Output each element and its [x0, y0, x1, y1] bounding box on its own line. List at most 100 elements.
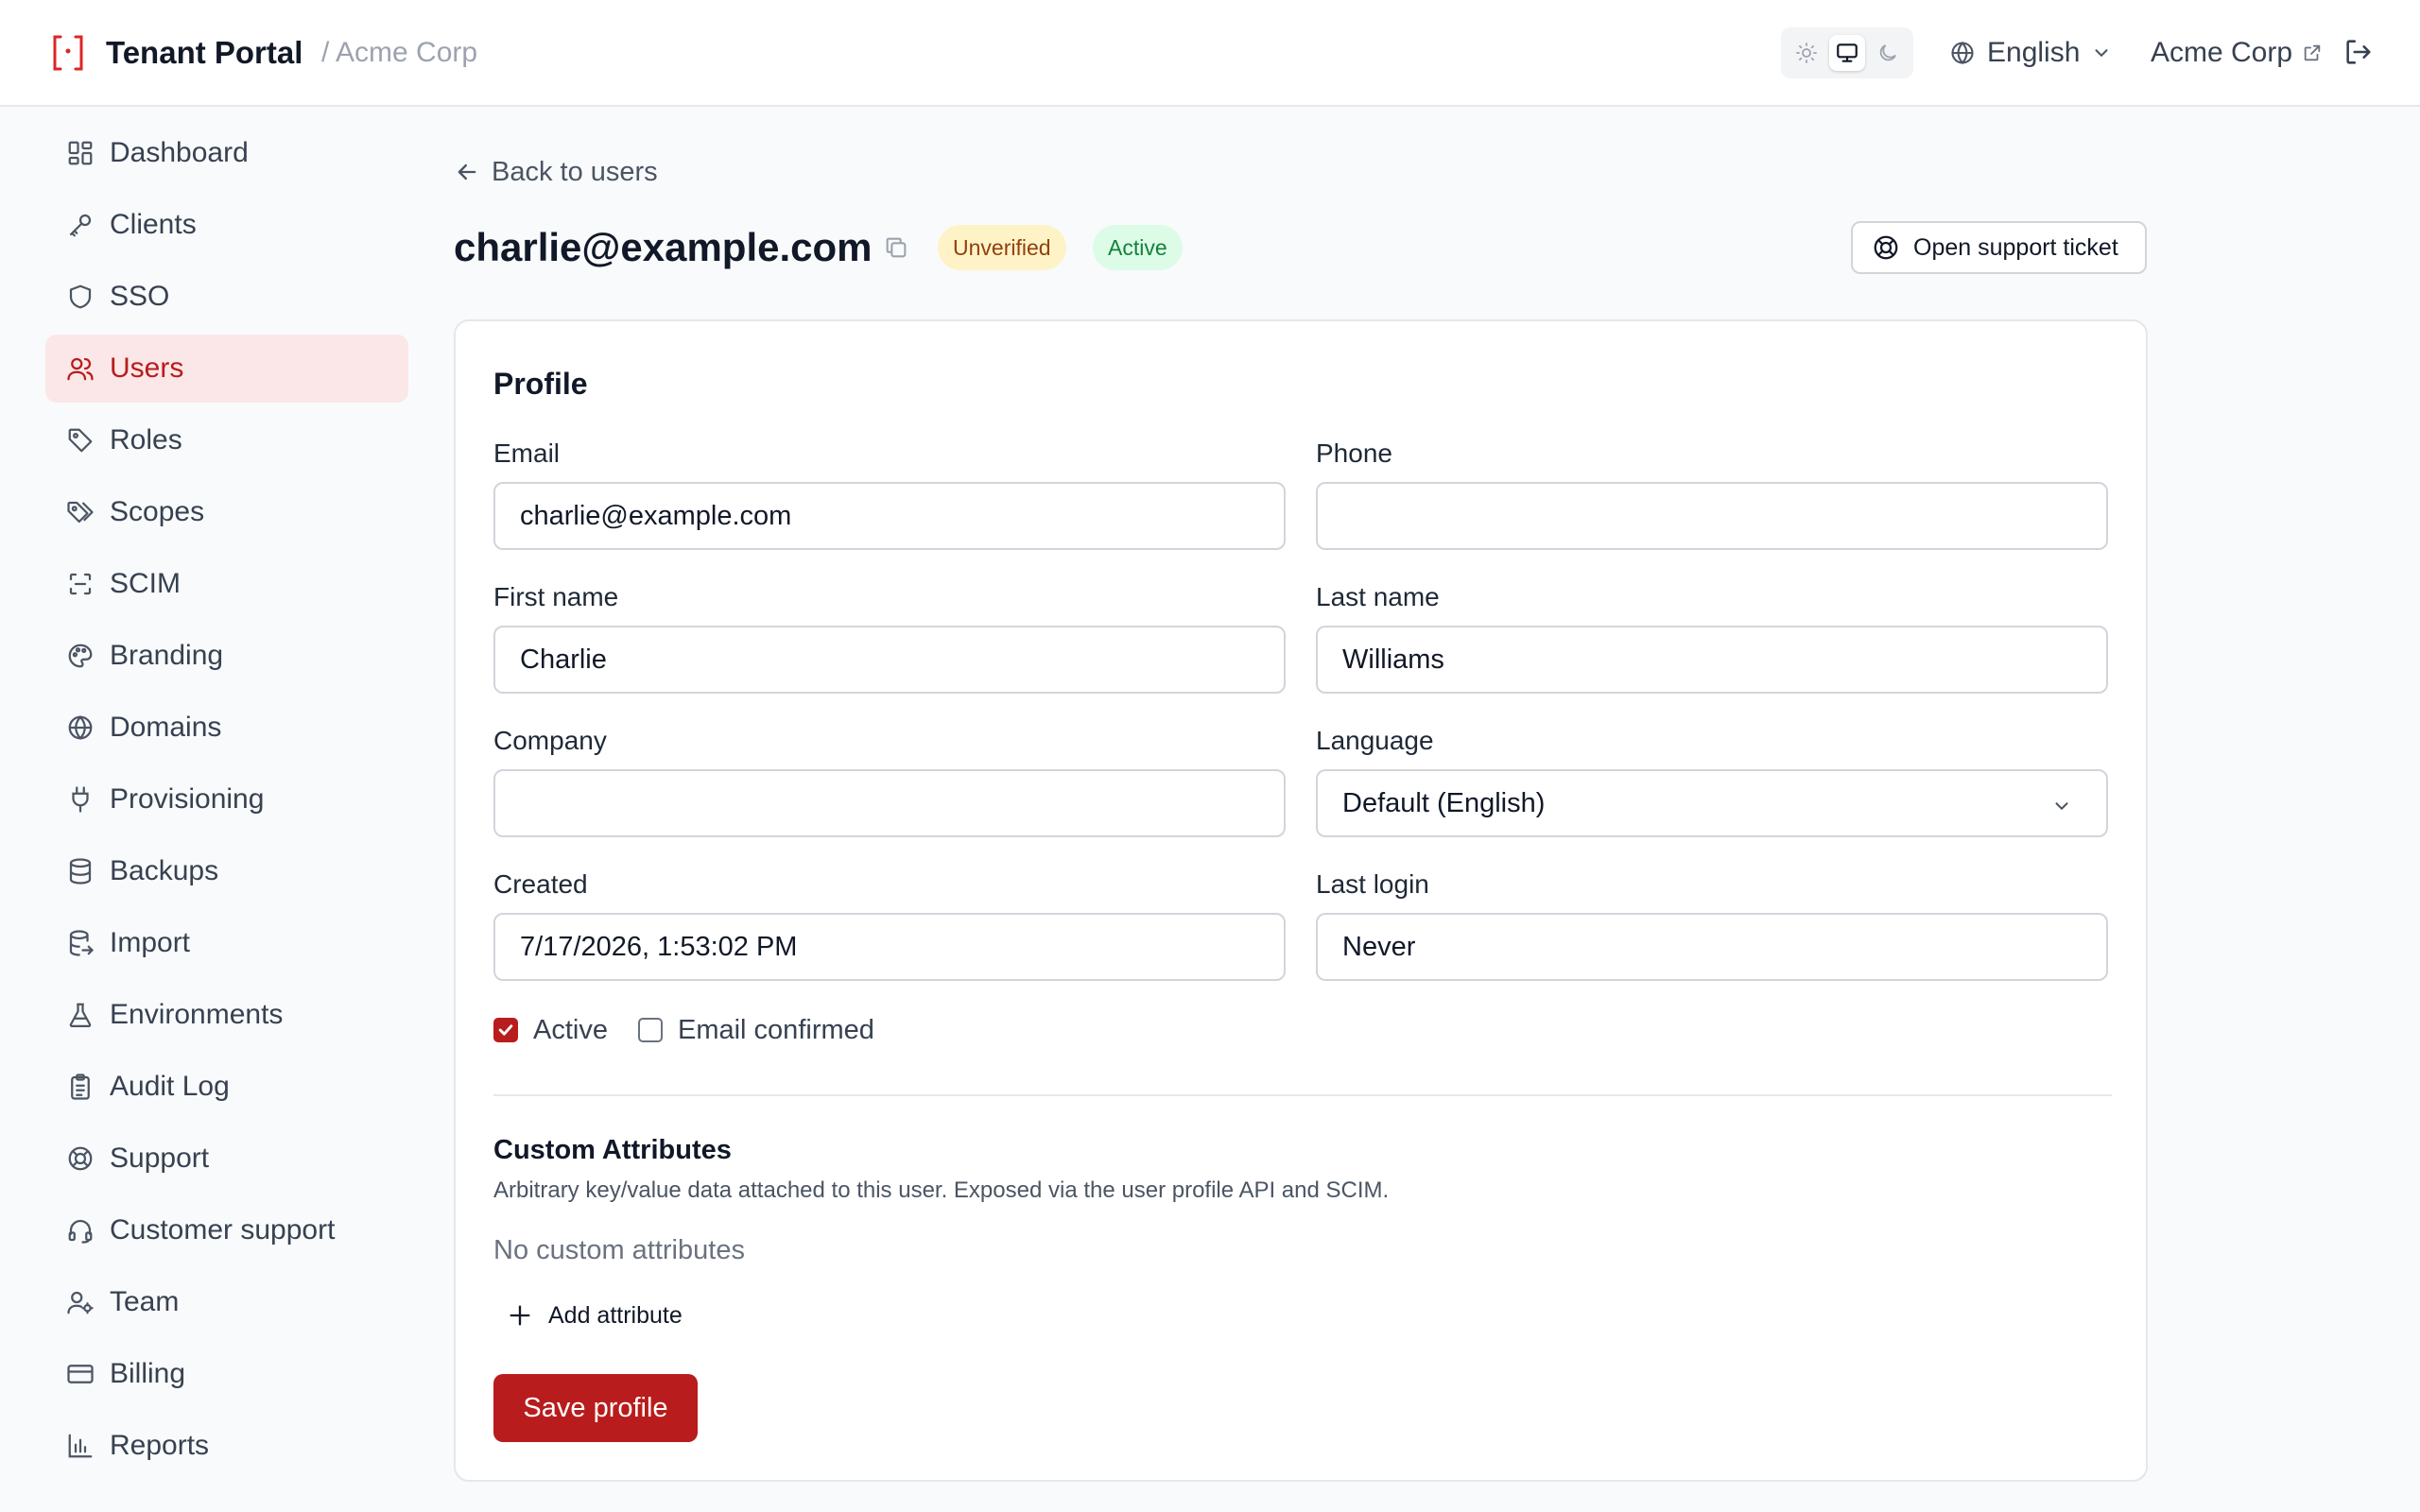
checkmark-icon: [498, 1024, 513, 1036]
sidebar-item-dashboard[interactable]: Dashboard: [45, 119, 408, 187]
first-name-label: First name: [493, 582, 619, 611]
last-login-field: Never: [1316, 913, 2108, 981]
light-theme-button[interactable]: [1789, 35, 1824, 71]
sidebar-item-environments[interactable]: Environments: [45, 981, 408, 1049]
email-label: Email: [493, 438, 561, 468]
database-import-icon: [69, 930, 95, 956]
sidebar-item-label: Environments: [110, 999, 284, 1030]
save-profile-label: Save profile: [523, 1392, 668, 1423]
arrow-left-icon: [458, 163, 476, 180]
custom-attributes-title: Custom Attributes: [493, 1135, 732, 1165]
tag-icon: [68, 428, 93, 453]
first-name-field[interactable]: Charlie: [493, 626, 1286, 694]
sidebar-item-label: Provisioning: [110, 783, 265, 815]
sidebar-item-import[interactable]: Import: [45, 909, 408, 977]
sidebar-item-team[interactable]: Team: [45, 1268, 408, 1336]
palette-icon: [68, 644, 93, 668]
sidebar-item-scopes[interactable]: Scopes: [45, 478, 408, 546]
chevron-down-icon: [2095, 49, 2108, 58]
active-checkbox-label[interactable]: Active: [533, 1015, 608, 1046]
sidebar-item-customer-support[interactable]: Customer support: [45, 1196, 408, 1264]
email-confirmed-checkbox[interactable]: [637, 1018, 663, 1042]
sidebar-item-audit-log[interactable]: Audit Log: [45, 1053, 408, 1121]
theme-switcher: [1781, 27, 1913, 78]
sidebar-item-domains[interactable]: Domains: [45, 694, 408, 762]
sidebar-item-label: Support: [110, 1143, 210, 1174]
language-selector[interactable]: English: [1949, 32, 2112, 74]
company-field[interactable]: [493, 769, 1286, 837]
created-field: 7/17/2026, 1:53:02 PM: [493, 913, 1286, 981]
lifebuoy-icon: [1874, 235, 1898, 260]
sidebar-item-label: Users: [110, 352, 184, 384]
org-link-label: Acme Corp: [2151, 37, 2293, 68]
headset-icon: [68, 1219, 93, 1244]
logout-button[interactable]: [2342, 36, 2375, 68]
chevron-down-icon: [2055, 802, 2068, 811]
sidebar-item-branding[interactable]: Branding: [45, 622, 408, 690]
phone-field[interactable]: [1316, 482, 2108, 550]
email-confirmed-label[interactable]: Email confirmed: [678, 1015, 874, 1046]
database-icon: [69, 858, 92, 885]
sidebar-item-label: Reports: [110, 1430, 210, 1461]
save-profile-button[interactable]: Save profile: [493, 1374, 698, 1442]
last-name-field[interactable]: Williams: [1316, 626, 2108, 694]
created-label: Created: [493, 869, 588, 899]
profile-card: Profile Email charlie@example.com Phone …: [454, 319, 2148, 1482]
back-label: Back to users: [492, 156, 658, 187]
breadcrumb-org[interactable]: / Acme Corp: [321, 32, 477, 74]
sidebar-item-label: SSO: [110, 281, 170, 312]
sidebar-item-label: SCIM: [110, 568, 181, 599]
plus-icon: [510, 1305, 530, 1326]
company-label: Company: [493, 726, 607, 755]
sidebar-item-roles[interactable]: Roles: [45, 406, 408, 474]
sidebar-item-clients[interactable]: Clients: [45, 191, 408, 259]
dashboard-icon: [68, 141, 93, 165]
copy-email-button[interactable]: [883, 234, 909, 261]
sidebar-item-label: Backups: [110, 855, 219, 886]
active-checkbox[interactable]: [493, 1018, 518, 1042]
sun-icon: [1796, 43, 1817, 63]
back-to-users-link[interactable]: Back to users: [454, 151, 658, 193]
sidebar-item-reports[interactable]: Reports: [45, 1412, 408, 1480]
created-value: 7/17/2026, 1:53:02 PM: [520, 931, 798, 962]
sidebar-item-sso[interactable]: SSO: [45, 263, 408, 331]
sidebar-item-label: Customer support: [110, 1214, 336, 1246]
system-theme-button[interactable]: [1829, 35, 1865, 71]
sidebar: Dashboard Clients SSO Users Roles Scopes…: [45, 119, 408, 1484]
plug-icon: [72, 786, 89, 813]
sidebar-item-support[interactable]: Support: [45, 1125, 408, 1193]
email-field[interactable]: charlie@example.com: [493, 482, 1286, 550]
sidebar-item-label: Billing: [110, 1358, 186, 1389]
sidebar-item-label: Dashboard: [110, 137, 249, 168]
profile-title: Profile: [493, 367, 588, 401]
last-name-label: Last name: [1316, 582, 1440, 611]
dark-theme-button[interactable]: [1870, 35, 1906, 71]
open-support-ticket-button[interactable]: Open support ticket: [1851, 221, 2147, 274]
last-login-value: Never: [1342, 931, 1416, 962]
section-divider: [493, 1094, 2112, 1096]
app-title: Tenant Portal: [106, 35, 303, 70]
shield-icon: [69, 284, 92, 309]
page-title: charlie@example.com: [454, 225, 873, 269]
custom-attributes-description: Arbitrary key/value data attached to thi…: [493, 1177, 1390, 1203]
org-external-link[interactable]: Acme Corp: [2151, 32, 2323, 74]
bar-chart-icon: [68, 1434, 93, 1458]
logout-icon: [2346, 40, 2371, 64]
sidebar-item-billing[interactable]: Billing: [45, 1340, 408, 1408]
sidebar-item-label: Roles: [110, 424, 182, 455]
globe-icon: [68, 715, 93, 740]
custom-attributes-empty: No custom attributes: [493, 1235, 745, 1265]
language-select[interactable]: Default (English): [1316, 769, 2108, 837]
email-value: charlie@example.com: [520, 500, 792, 531]
sidebar-item-users[interactable]: Users: [45, 335, 408, 403]
sidebar-item-label: Audit Log: [110, 1071, 230, 1102]
sidebar-item-backups[interactable]: Backups: [45, 837, 408, 905]
phone-label: Phone: [1316, 438, 1392, 468]
tags-icon: [67, 501, 94, 524]
sidebar-item-label: Clients: [110, 209, 197, 240]
last-login-label: Last login: [1316, 869, 1429, 899]
add-attribute-label: Add attribute: [548, 1301, 683, 1329]
sidebar-item-scim[interactable]: SCIM: [45, 550, 408, 618]
sidebar-item-provisioning[interactable]: Provisioning: [45, 765, 408, 833]
add-attribute-button[interactable]: Add attribute: [507, 1295, 683, 1336]
